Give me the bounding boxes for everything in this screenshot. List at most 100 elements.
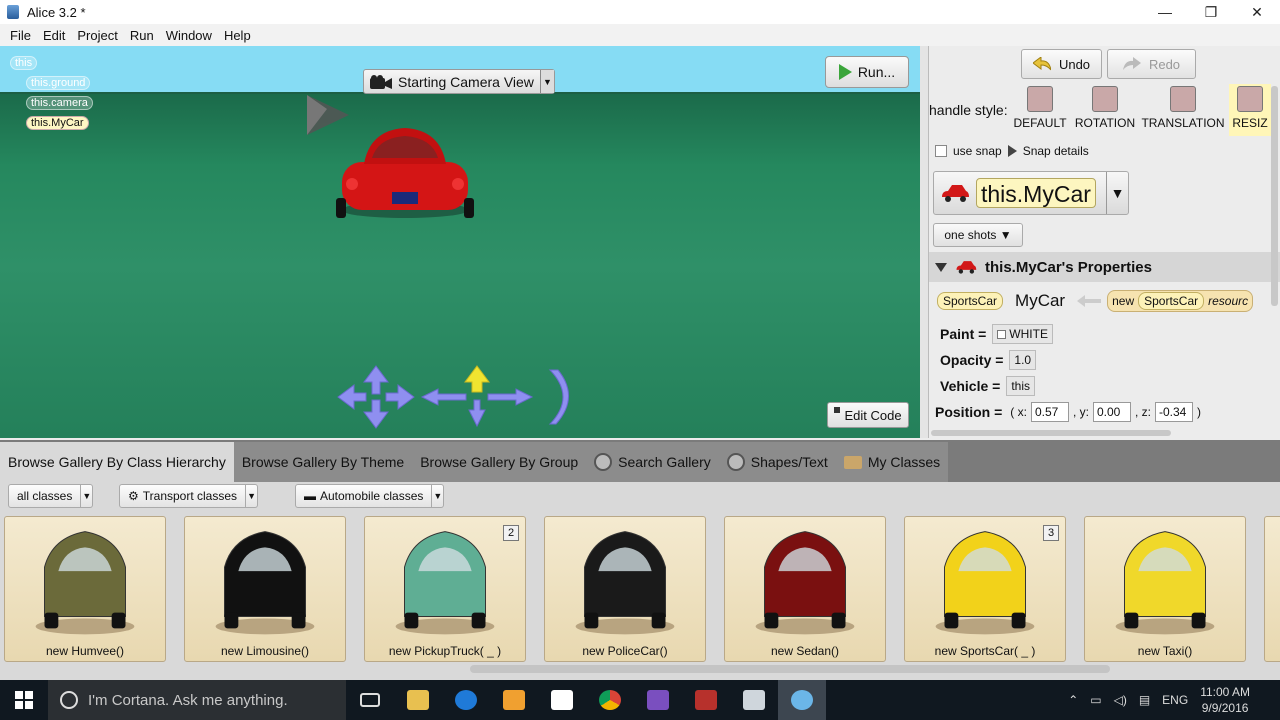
alice-taskbar-button[interactable]: [778, 680, 826, 720]
tab-class-hierarchy[interactable]: Browse Gallery By Class Hierarchy: [0, 442, 234, 482]
language-indicator[interactable]: ENG: [1162, 693, 1188, 707]
menu-edit[interactable]: Edit: [37, 28, 71, 43]
vertical-scrollbar[interactable]: [1271, 86, 1278, 306]
chevron-down-icon[interactable]: ▼: [81, 484, 94, 508]
properties-header[interactable]: this.MyCar's Properties: [929, 252, 1280, 282]
handle-style-rotation[interactable]: ROTATION: [1074, 84, 1136, 136]
action-center-icon[interactable]: ▤: [1139, 693, 1150, 707]
type-pill[interactable]: SportsCar: [937, 292, 1004, 310]
gallery-card-partial[interactable]: [1264, 516, 1280, 662]
tree-item-ground[interactable]: this.ground: [26, 76, 91, 90]
task-view-button[interactable]: [346, 680, 394, 720]
breadcrumb-transport-button[interactable]: ⚙ Transport classes: [119, 484, 247, 508]
edit-code-button[interactable]: Edit Code: [827, 402, 909, 428]
tree-item-camera[interactable]: this.camera: [26, 96, 93, 110]
minimize-button[interactable]: —: [1142, 0, 1188, 24]
gallery-card-label: new Sedan(): [770, 644, 840, 658]
chevron-down-icon[interactable]: ▼: [540, 70, 554, 93]
edge-icon: [455, 690, 477, 710]
menu-help[interactable]: Help: [218, 28, 257, 43]
breadcrumb-all-classes-label[interactable]: all classes: [8, 484, 82, 508]
scene-view[interactable]: this this.ground this.camera this.MyCar …: [0, 46, 920, 438]
close-button[interactable]: ✕: [1234, 0, 1280, 24]
breadcrumb-automobile[interactable]: ▬ Automobile classes ▼: [295, 484, 445, 508]
gallery-scrollbar[interactable]: [470, 665, 1110, 673]
one-shots-button[interactable]: one shots ▼: [933, 223, 1023, 247]
maximize-button[interactable]: ❐: [1188, 0, 1234, 24]
tab-search[interactable]: Search Gallery: [586, 442, 719, 482]
transport-icon: ⚙: [128, 489, 139, 503]
window-title: Alice 3.2 *: [27, 4, 86, 20]
handle-style-default[interactable]: DEFAULT: [1009, 84, 1071, 136]
tab-my-classes[interactable]: My Classes: [835, 442, 949, 482]
menu-file[interactable]: File: [4, 28, 37, 43]
file-explorer-button[interactable]: [394, 680, 442, 720]
breadcrumb-all-classes[interactable]: all classes ▼: [8, 484, 94, 508]
gallery-card[interactable]: new Taxi(): [1084, 516, 1246, 662]
position-property: Position = ( x: 0.57 , y: 0.00 , z: -0.3…: [935, 402, 1201, 422]
opacity-value[interactable]: 1.0: [1009, 350, 1037, 370]
handle-style-translation[interactable]: TRANSLATION: [1141, 84, 1225, 136]
gallery-card-label: new PickupTruck( _ ): [388, 644, 502, 658]
panel-splitter[interactable]: [920, 46, 928, 438]
gallery-card[interactable]: new Sedan(): [724, 516, 886, 662]
tab-shapes-text[interactable]: Shapes/Text: [718, 442, 836, 482]
handle-style-resize[interactable]: RESIZ: [1229, 84, 1271, 136]
tab-group[interactable]: Browse Gallery By Group: [412, 442, 587, 482]
play-icon: [838, 64, 852, 80]
chevron-down-icon[interactable]: ▼: [432, 484, 445, 508]
chevron-down-icon[interactable]: ▼: [246, 484, 259, 508]
redo-button[interactable]: Redo: [1107, 49, 1196, 79]
clock[interactable]: 11:00 AM 9/9/2016: [1200, 684, 1250, 716]
manipulation-handles[interactable]: [336, 364, 582, 430]
media-icon: [503, 690, 525, 710]
paint-value[interactable]: WHITE: [992, 324, 1053, 344]
edge-button[interactable]: [442, 680, 490, 720]
expand-triangle-icon[interactable]: [1007, 145, 1017, 157]
access-button[interactable]: [682, 680, 730, 720]
tree-item-this[interactable]: this: [10, 56, 38, 70]
snap-details-link[interactable]: Snap details: [1023, 144, 1089, 158]
tree-item-mycar[interactable]: this.MyCar: [26, 116, 89, 130]
tab-theme[interactable]: Browse Gallery By Theme: [233, 442, 413, 482]
notepad-button[interactable]: [730, 680, 778, 720]
gallery-card[interactable]: new Limousine(): [184, 516, 346, 662]
cortana-placeholder: I'm Cortana. Ask me anything.: [88, 691, 288, 709]
horizontal-scrollbar[interactable]: [931, 430, 1171, 436]
visual-studio-button[interactable]: [634, 680, 682, 720]
gallery-card[interactable]: new PoliceCar(): [544, 516, 706, 662]
properties-title: this.MyCar's Properties: [985, 258, 1152, 276]
cortana-search[interactable]: I'm Cortana. Ask me anything.: [48, 680, 346, 720]
chrome-button[interactable]: [586, 680, 634, 720]
gallery-card[interactable]: new PickupTruck( _ ) 2: [364, 516, 526, 662]
run-button[interactable]: Run...: [825, 56, 909, 88]
vehicle-value[interactable]: this: [1006, 376, 1036, 396]
selected-object-dropdown[interactable]: this.MyCar ▼: [933, 171, 1129, 215]
menu-project[interactable]: Project: [71, 28, 123, 43]
media-player-button[interactable]: [490, 680, 538, 720]
menu-run[interactable]: Run: [124, 28, 160, 43]
car-icon: [942, 185, 969, 202]
breadcrumb-transport[interactable]: ⚙ Transport classes ▼: [119, 484, 259, 508]
volume-icon[interactable]: ◁): [1114, 693, 1127, 707]
position-y-field[interactable]: 0.00: [1092, 402, 1131, 422]
mycar-model[interactable]: [336, 122, 474, 222]
chevron-down-icon[interactable]: ▼: [1106, 172, 1128, 214]
camera-view-select[interactable]: Starting Camera View ▼: [363, 69, 555, 94]
position-z-field[interactable]: -0.34: [1155, 402, 1193, 422]
store-button[interactable]: [538, 680, 586, 720]
constructor-expression[interactable]: new SportsCar resourc: [1107, 290, 1254, 312]
gallery-card[interactable]: new SportsCar( _ ) 3: [904, 516, 1066, 662]
collapse-triangle-icon[interactable]: [935, 262, 947, 272]
automobile-icon: ▬: [304, 489, 316, 503]
gallery-card[interactable]: new Humvee(): [4, 516, 166, 662]
use-snap-checkbox[interactable]: [935, 145, 947, 157]
position-x-field[interactable]: 0.57: [1030, 402, 1069, 422]
chevron-up-icon[interactable]: ⌃: [1068, 693, 1078, 707]
start-button[interactable]: [0, 680, 48, 720]
store-icon: [551, 690, 573, 710]
network-icon[interactable]: ▭: [1090, 693, 1101, 707]
undo-button[interactable]: Undo: [1021, 49, 1102, 79]
breadcrumb-automobile-button[interactable]: ▬ Automobile classes: [295, 484, 433, 508]
menu-window[interactable]: Window: [160, 28, 218, 43]
